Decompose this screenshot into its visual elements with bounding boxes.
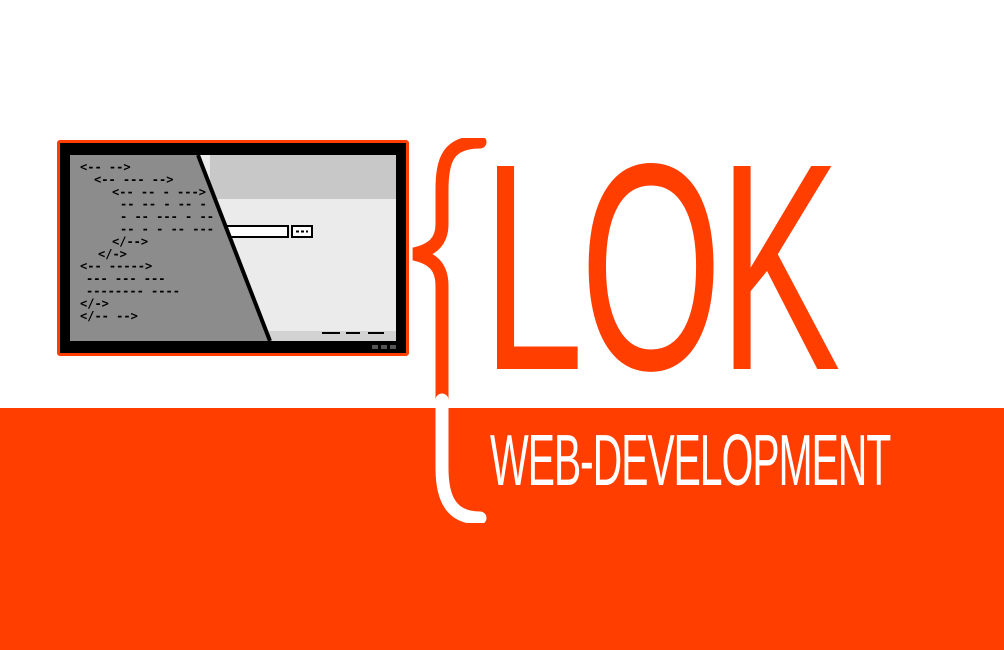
monitor-status-lights — [372, 345, 396, 349]
code-editor-monitor-icon: <-- --> <-- --- --> <-- -- - ---> -- -- - -… — [57, 140, 409, 356]
brand-name: LOK — [482, 102, 841, 432]
monitor-screen: <-- --><-- --- --><-- -- - --->-- -- - -… — [70, 154, 396, 349]
preview-header-bar — [210, 155, 396, 199]
curly-brace-icon — [408, 138, 488, 523]
code-line: </-- --> — [80, 309, 138, 323]
brand-tagline: WEB-DEVELOPMENT — [490, 421, 891, 501]
